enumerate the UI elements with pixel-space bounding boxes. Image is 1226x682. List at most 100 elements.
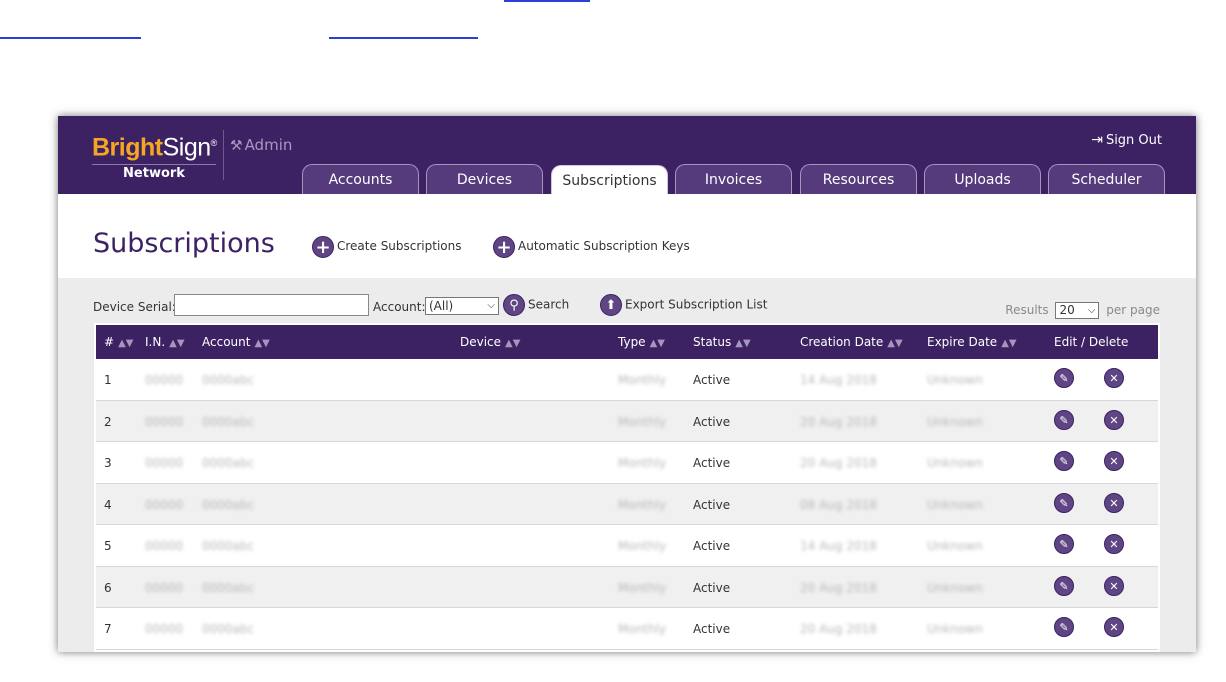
sign-out-icon: ⇥ bbox=[1091, 132, 1103, 148]
column-header-creation-date[interactable]: Creation Date ▲▼ bbox=[800, 335, 903, 349]
column-header-type[interactable]: Type ▲▼ bbox=[618, 335, 665, 349]
column-header-expire-date[interactable]: Expire Date ▲▼ bbox=[927, 335, 1017, 349]
edit-icon[interactable]: ✎ bbox=[1054, 409, 1074, 430]
column-header-edit-delete: Edit / Delete bbox=[1054, 335, 1129, 349]
cell-creation-date: 20 Aug 2018 bbox=[800, 580, 877, 595]
cell-account: 0000abc bbox=[202, 580, 255, 595]
app-window: BrightSign® Network ⚒ Admin ⇥ Sign Out Acc… bbox=[58, 116, 1196, 652]
cell-in: 00000 bbox=[145, 622, 184, 636]
delete-icon[interactable]: ✕ bbox=[1104, 534, 1124, 554]
cell-type: Monthly bbox=[618, 373, 667, 387]
sort-icon: ▲▼ bbox=[169, 338, 185, 349]
table-row: 1 00000 0000abc Monthly Active 14 Aug 2018 Unk… bbox=[96, 359, 1158, 401]
create-subscriptions-button[interactable]: + Create Subscriptions bbox=[312, 234, 462, 258]
cell-status: Active bbox=[693, 497, 731, 512]
cell-creation-date: 14 Aug 2018 bbox=[800, 373, 877, 387]
cell-account: 0000abc bbox=[202, 414, 255, 429]
delete-icon[interactable]: ✕ bbox=[1104, 368, 1124, 388]
delete-icon[interactable]: ✕ bbox=[1104, 617, 1124, 637]
edit-icon[interactable]: ✎ bbox=[1054, 617, 1074, 637]
sort-icon: ▲▼ bbox=[505, 338, 521, 349]
column-header-status[interactable]: Status ▲▼ bbox=[693, 335, 751, 349]
cell-expire-date: Unknown bbox=[927, 580, 983, 595]
table-row: 4 00000 0000abc Monthly Active 08 Aug 2018 Unk… bbox=[96, 483, 1158, 525]
column-header-in[interactable]: I.N. ▲▼ bbox=[145, 335, 185, 349]
delete-icon[interactable]: ✕ bbox=[1104, 409, 1124, 430]
cell-expire-date: Unknown bbox=[927, 373, 983, 387]
cell-account: 0000abc bbox=[202, 373, 255, 387]
edit-icon[interactable]: ✎ bbox=[1054, 368, 1074, 388]
cell-account: 0000abc bbox=[202, 622, 255, 636]
logo[interactable]: BrightSign® Network bbox=[92, 128, 217, 181]
table-row: 5 00000 0000abc Monthly Active 14 Aug 2018 Unk… bbox=[96, 525, 1158, 567]
top-link-underline[interactable] bbox=[329, 37, 478, 39]
page-title: Subscriptions bbox=[93, 228, 275, 259]
cell-creation-date: 20 Aug 2018 bbox=[800, 414, 877, 429]
search-button[interactable]: ⚲ Search bbox=[503, 294, 569, 316]
device-serial-label: Device Serial: bbox=[93, 300, 176, 314]
cell-in: 00000 bbox=[145, 373, 184, 387]
admin-label: ⚒ Admin bbox=[230, 136, 293, 154]
sign-out-link[interactable]: ⇥ Sign Out bbox=[1091, 132, 1162, 148]
table-row: 3 00000 0000abc Monthly Active 20 Aug 2018 Unk… bbox=[96, 442, 1158, 484]
cell-number: 7 bbox=[104, 622, 112, 636]
cell-in: 00000 bbox=[145, 497, 184, 512]
cell-type: Monthly bbox=[618, 622, 667, 636]
results-per-page: Results 20 ⌵ per page bbox=[1005, 302, 1160, 319]
cell-account: 0000abc bbox=[202, 539, 255, 553]
cell-number: 2 bbox=[104, 414, 112, 429]
cell-status: Active bbox=[693, 580, 731, 595]
column-header-number[interactable]: # ▲▼ bbox=[104, 335, 133, 349]
tab-uploads[interactable]: Uploads bbox=[924, 164, 1041, 194]
plus-icon: + bbox=[312, 235, 334, 258]
table-header: # ▲▼ I.N. ▲▼ Account ▲▼ Device ▲▼ Type ▲▼ Sta… bbox=[96, 325, 1158, 359]
cell-creation-date: 14 Aug 2018 bbox=[800, 539, 877, 553]
top-link-underline[interactable] bbox=[0, 37, 141, 39]
cell-status: Active bbox=[693, 539, 731, 553]
delete-icon[interactable]: ✕ bbox=[1104, 575, 1124, 596]
sort-icon: ▲▼ bbox=[1001, 338, 1017, 349]
cell-number: 4 bbox=[104, 497, 112, 512]
edit-icon[interactable]: ✎ bbox=[1054, 492, 1074, 513]
sort-icon: ▲▼ bbox=[649, 338, 665, 349]
cell-creation-date: 08 Aug 2018 bbox=[800, 497, 877, 512]
sort-icon: ▲▼ bbox=[118, 338, 134, 349]
column-header-account[interactable]: Account ▲▼ bbox=[202, 335, 270, 349]
tab-accounts[interactable]: Accounts bbox=[302, 164, 419, 194]
tab-scheduler[interactable]: Scheduler bbox=[1048, 164, 1165, 194]
export-subscription-list-button[interactable]: ⬆ Export Subscription List bbox=[600, 294, 767, 316]
cell-type: Monthly bbox=[618, 456, 667, 470]
delete-icon[interactable]: ✕ bbox=[1104, 451, 1124, 471]
results-per-page-select[interactable]: 20 ⌵ bbox=[1055, 302, 1100, 319]
sort-icon: ▲▼ bbox=[254, 338, 270, 349]
cell-number: 6 bbox=[104, 580, 112, 595]
cell-number: 5 bbox=[104, 539, 112, 553]
export-icon: ⬆ bbox=[600, 294, 622, 316]
cell-expire-date: Unknown bbox=[927, 622, 983, 636]
edit-icon[interactable]: ✎ bbox=[1054, 534, 1074, 554]
account-select[interactable]: (All) ⌵ bbox=[425, 297, 499, 315]
device-serial-input[interactable] bbox=[174, 294, 369, 316]
cell-status: Active bbox=[693, 622, 731, 636]
divider bbox=[223, 130, 224, 180]
search-icon: ⚲ bbox=[503, 294, 525, 316]
cell-expire-date: Unknown bbox=[927, 414, 983, 429]
cell-number: 3 bbox=[104, 456, 112, 470]
chevron-down-icon: ⌵ bbox=[487, 300, 495, 311]
cell-creation-date: 20 Aug 2018 bbox=[800, 622, 877, 636]
tools-icon: ⚒ bbox=[230, 138, 243, 154]
delete-icon[interactable]: ✕ bbox=[1104, 492, 1124, 513]
cell-expire-date: Unknown bbox=[927, 456, 983, 470]
tab-subscriptions[interactable]: Subscriptions bbox=[551, 165, 668, 195]
top-link-underline[interactable] bbox=[504, 0, 590, 2]
tab-resources[interactable]: Resources bbox=[800, 164, 917, 194]
tab-invoices[interactable]: Invoices bbox=[675, 164, 792, 194]
edit-icon[interactable]: ✎ bbox=[1054, 451, 1074, 471]
edit-icon[interactable]: ✎ bbox=[1054, 575, 1074, 596]
cell-expire-date: Unknown bbox=[927, 539, 983, 553]
automatic-subscription-keys-button[interactable]: + Automatic Subscription Keys bbox=[493, 234, 690, 258]
chevron-down-icon: ⌵ bbox=[1087, 305, 1096, 316]
cell-type: Monthly bbox=[618, 580, 667, 595]
column-header-device[interactable]: Device ▲▼ bbox=[460, 335, 520, 349]
tab-devices[interactable]: Devices bbox=[426, 164, 543, 194]
